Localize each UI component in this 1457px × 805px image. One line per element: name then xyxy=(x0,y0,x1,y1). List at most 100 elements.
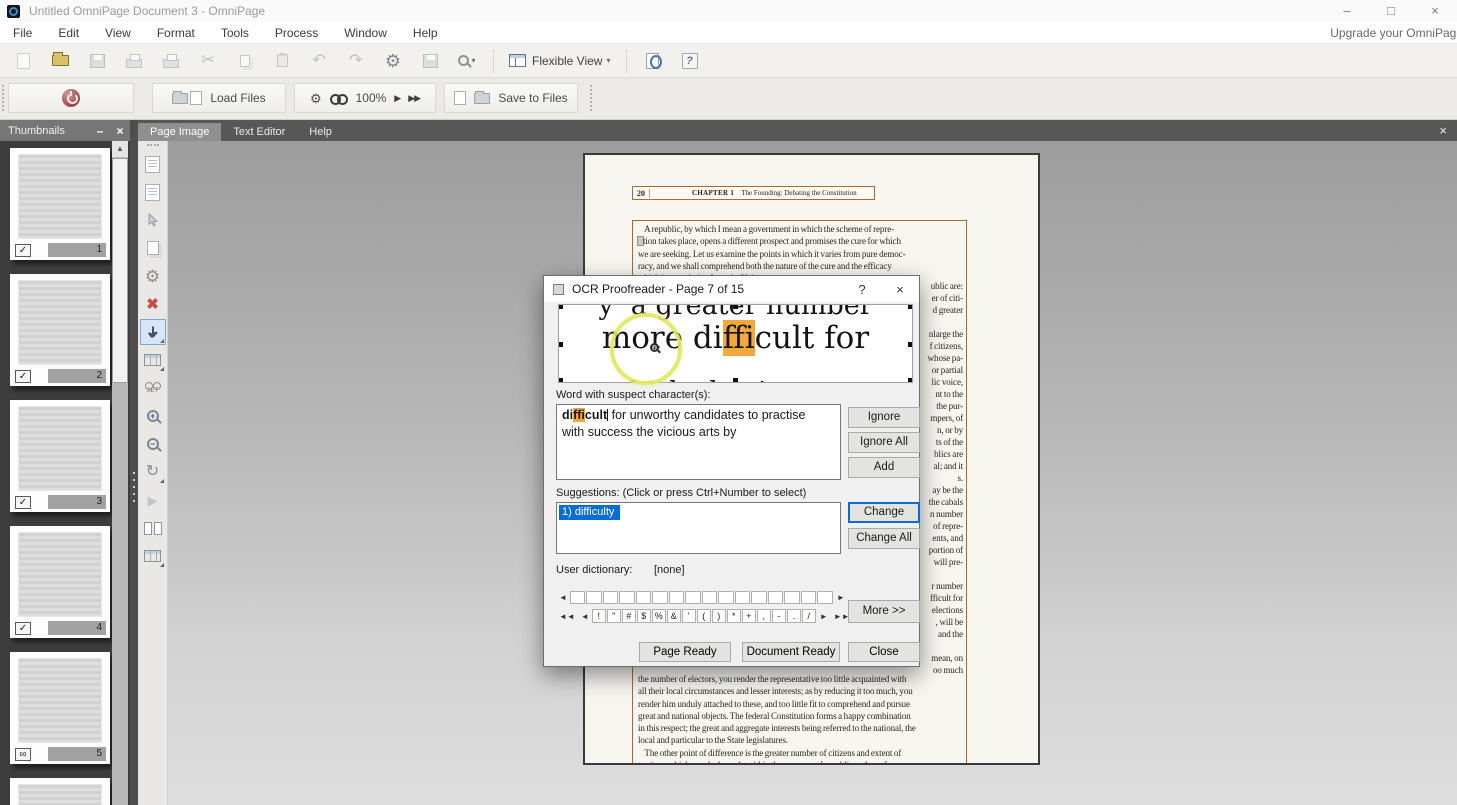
char-cell[interactable] xyxy=(636,591,652,604)
page-ready-button[interactable]: Page Ready xyxy=(639,642,731,662)
zone-handle[interactable] xyxy=(908,304,913,309)
ignore-all-button[interactable]: Ignore All xyxy=(848,432,920,453)
char-cell[interactable] xyxy=(768,591,784,604)
change-all-button[interactable]: Change All xyxy=(848,528,920,549)
page-thumbnail[interactable]: ∞ 5 xyxy=(10,652,110,764)
char-cell[interactable] xyxy=(718,591,734,604)
menu-item[interactable]: Process xyxy=(262,26,331,40)
tab-page-image[interactable]: Page Image xyxy=(138,123,221,141)
menu-item[interactable]: View xyxy=(92,26,144,40)
zoom-out-tool[interactable]: − xyxy=(140,431,166,457)
char-cell[interactable] xyxy=(669,591,685,604)
char-cell[interactable] xyxy=(784,591,800,604)
step-forward-icon[interactable]: ▶ xyxy=(394,93,400,104)
maximize-button[interactable]: □ xyxy=(1369,0,1413,22)
char-cell[interactable] xyxy=(702,591,718,604)
cut-button[interactable]: ✂ xyxy=(197,50,219,72)
save-button[interactable] xyxy=(86,50,108,72)
zone-handle[interactable] xyxy=(558,304,563,309)
toolbar-grip[interactable] xyxy=(2,85,5,111)
omnipage-start-icon[interactable] xyxy=(62,89,80,107)
char-cell[interactable]: / xyxy=(802,609,816,623)
load-files-button[interactable]: Load Files xyxy=(152,83,286,113)
upgrade-link[interactable]: Upgrade your OmniPage xyxy=(1330,26,1457,40)
more-button[interactable]: More >> xyxy=(848,600,920,623)
page-thumbnail[interactable]: ✓ 2 xyxy=(10,274,110,386)
zone-handle[interactable] xyxy=(558,378,563,383)
change-button[interactable]: Change xyxy=(848,502,920,523)
undo-button[interactable]: ↶ xyxy=(308,50,330,72)
char-cell[interactable]: ) xyxy=(712,609,726,623)
suggestion-item-selected[interactable]: 1) difficulty xyxy=(559,505,620,520)
minimize-button[interactable]: – xyxy=(1325,0,1369,22)
char-cell[interactable] xyxy=(570,591,586,604)
char-cell[interactable] xyxy=(586,591,602,604)
zone-handle[interactable] xyxy=(733,304,738,309)
char-cell[interactable]: & xyxy=(667,609,681,623)
char-cell[interactable]: - xyxy=(772,609,786,623)
print-button[interactable] xyxy=(123,50,145,72)
verify-text-button[interactable] xyxy=(642,50,664,72)
ignore-button[interactable]: Ignore xyxy=(848,407,920,428)
zone-handle[interactable] xyxy=(558,342,563,347)
add-button[interactable]: Add xyxy=(848,457,920,478)
hand-pan-tool[interactable] xyxy=(140,319,166,345)
zone-properties-tool[interactable]: ⚙ xyxy=(140,263,166,289)
scrollbar-thumb[interactable] xyxy=(112,158,128,383)
thumbnails-scrollbar[interactable]: ▲ xyxy=(112,141,128,805)
zone-handle[interactable] xyxy=(908,378,913,383)
menu-item[interactable]: Tools xyxy=(208,26,262,40)
panel-splitter[interactable] xyxy=(130,120,138,805)
options-button[interactable]: ⚙ xyxy=(382,50,404,72)
rotate-page-tool[interactable]: ↻ xyxy=(140,459,166,485)
header-zone[interactable]: 20 CHAPTER 1 The Founding: Debating the … xyxy=(632,186,875,200)
zone-layout-alt-tool[interactable] xyxy=(140,179,166,205)
document-ready-button[interactable]: Document Ready xyxy=(742,642,840,662)
palette-right-icon[interactable]: ► xyxy=(817,612,831,621)
tab-help[interactable]: Help xyxy=(297,123,344,141)
palette-right-icon[interactable]: ► xyxy=(834,593,848,602)
table-tool[interactable] xyxy=(140,543,166,569)
print-preview-button[interactable] xyxy=(160,50,182,72)
dialog-help-button[interactable]: ? xyxy=(843,282,881,297)
delete-zone-tool[interactable]: ✖ xyxy=(140,291,166,317)
char-cell[interactable]: % xyxy=(652,609,666,623)
export-button[interactable] xyxy=(419,50,441,72)
proofread-settings-tool[interactable]: SET xyxy=(140,375,166,401)
flexible-view-control[interactable]: Flexible View ▾ xyxy=(509,50,611,72)
char-cell[interactable] xyxy=(817,591,833,604)
close-button[interactable]: × xyxy=(1413,0,1457,22)
tab-text-editor[interactable]: Text Editor xyxy=(221,123,297,141)
palette-first-icon[interactable]: ◄◄ xyxy=(556,612,578,621)
page-thumbnail[interactable]: ✓ 4 xyxy=(10,526,110,638)
save-to-files-button[interactable]: Save to Files xyxy=(444,83,578,113)
page-thumbnail[interactable]: ✓ 3 xyxy=(10,400,110,512)
suspect-word-textbox[interactable]: difficult for unworthy candidates to pra… xyxy=(556,404,841,480)
toolbar-grip[interactable] xyxy=(590,85,593,111)
char-cell[interactable]: ! xyxy=(592,609,606,623)
paste-button[interactable] xyxy=(271,50,293,72)
menu-item[interactable]: Help xyxy=(400,26,451,40)
zone-handle[interactable] xyxy=(908,342,913,347)
char-cell[interactable]: + xyxy=(742,609,756,623)
menu-item[interactable]: Format xyxy=(144,26,208,40)
char-cell[interactable]: * xyxy=(727,609,741,623)
panel-close-button[interactable]: × xyxy=(110,124,130,138)
char-cell[interactable]: $ xyxy=(637,609,651,623)
char-cell[interactable] xyxy=(603,591,619,604)
suggestions-listbox[interactable]: 1) difficulty xyxy=(556,502,841,554)
dialog-titlebar[interactable]: OCR Proofreader - Page 7 of 15 ? × xyxy=(544,276,919,302)
char-cell[interactable]: , xyxy=(757,609,771,623)
char-cell[interactable]: . xyxy=(787,609,801,623)
scroll-up-icon[interactable]: ▲ xyxy=(112,141,128,157)
char-cell[interactable]: " xyxy=(607,609,621,623)
char-cell[interactable] xyxy=(685,591,701,604)
close-dialog-button[interactable]: Close xyxy=(848,642,920,662)
help-button[interactable]: ? xyxy=(679,50,701,72)
multiple-zones-tool[interactable] xyxy=(140,235,166,261)
select-zone-tool[interactable] xyxy=(140,207,166,233)
palette-left-icon[interactable]: ◄ xyxy=(578,612,592,621)
char-cell[interactable] xyxy=(735,591,751,604)
page-thumbnail[interactable]: ✓ 1 xyxy=(10,148,110,260)
palette-left-icon[interactable]: ◄ xyxy=(556,593,570,602)
